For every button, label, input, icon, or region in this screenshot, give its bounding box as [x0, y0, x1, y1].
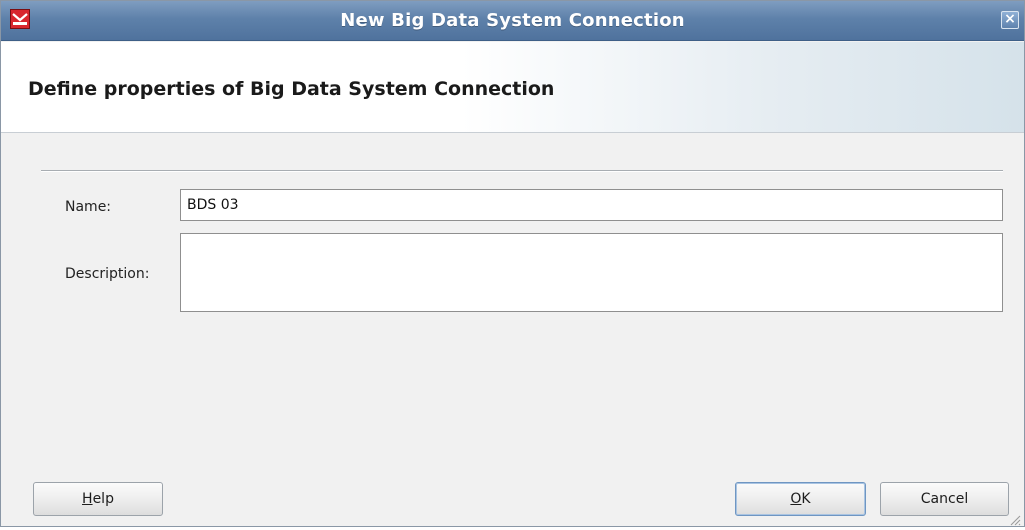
cancel-button[interactable]: Cancel: [880, 482, 1009, 516]
dialog-window: New Big Data System Connection × Define …: [0, 0, 1025, 527]
name-field[interactable]: BDS 03: [180, 189, 1003, 221]
separator: [41, 170, 1003, 172]
help-mnemonic: H: [82, 491, 93, 507]
ok-button[interactable]: OK: [735, 482, 866, 516]
ok-label: K: [801, 491, 811, 507]
description-label: Description:: [65, 266, 150, 282]
description-field[interactable]: [180, 233, 1003, 312]
ok-mnemonic: O: [790, 491, 802, 507]
help-label: elp: [92, 491, 114, 507]
page-title: Define properties of Big Data System Con…: [28, 78, 555, 100]
resize-grip-icon[interactable]: [1009, 511, 1021, 526]
window-title: New Big Data System Connection: [340, 10, 685, 31]
title-bar[interactable]: New Big Data System Connection ×: [1, 1, 1024, 41]
close-icon[interactable]: ×: [1001, 11, 1019, 29]
name-label: Name:: [65, 199, 112, 215]
help-button[interactable]: Help: [33, 482, 163, 516]
header-panel: Define properties of Big Data System Con…: [1, 42, 1024, 133]
